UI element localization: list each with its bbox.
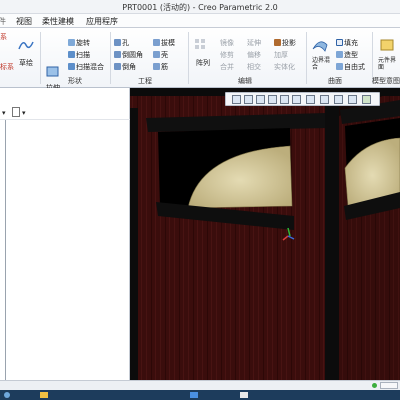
group-label-engineering: 工程 — [138, 77, 152, 85]
style-button[interactable]: 造型 — [336, 50, 358, 60]
os-taskbar — [0, 390, 400, 400]
zoom-in-icon[interactable] — [244, 95, 253, 104]
group-label-editing: 编辑 — [238, 77, 252, 85]
smart-filter[interactable] — [380, 382, 398, 389]
boundary-blend-icon[interactable] — [311, 37, 329, 53]
fill-icon — [336, 39, 343, 46]
model-tree-list[interactable] — [0, 120, 6, 380]
trim-button[interactable]: 修剪 — [220, 50, 234, 60]
group-label-model-intent: 模型意图 — [372, 77, 400, 85]
start-icon[interactable] — [4, 392, 10, 398]
solidify-button[interactable]: 实体化 — [274, 62, 295, 72]
extend-button[interactable]: 延伸 — [247, 38, 261, 48]
rib-button[interactable]: 筋 — [153, 62, 168, 72]
rib-icon — [153, 63, 160, 70]
offset-button[interactable]: 偏移 — [247, 50, 261, 60]
model-render — [130, 88, 400, 380]
boundary-blend-button[interactable]: 边界混合 — [312, 57, 334, 71]
component-interface-button[interactable]: 元件界面 — [378, 57, 400, 71]
status-bar — [0, 380, 400, 390]
spin-center-icon[interactable] — [348, 95, 357, 104]
sweep-blend-icon — [68, 63, 75, 70]
style-icon — [336, 51, 343, 58]
mirror-button[interactable]: 镜像 — [220, 38, 234, 48]
sweep-button[interactable]: 扫描 — [68, 50, 90, 60]
ribbon: 系 标系 草绘 拉伸 旋转 扫描 扫描混合 形状 孔 倒圆角 倒角 拔模 壳 筋… — [0, 28, 400, 92]
refit-icon[interactable] — [232, 95, 241, 104]
zoom-out-icon[interactable] — [256, 95, 265, 104]
model-tree-toolbar: ▾ ▾ — [0, 106, 130, 120]
hole-button[interactable]: 孔 — [114, 38, 129, 48]
draft-icon — [153, 39, 160, 46]
model-tree-panel: ▾ ▾ — [0, 88, 130, 380]
group-label-shape: 形状 — [68, 77, 82, 85]
chamfer-button[interactable]: 倒角 — [114, 62, 136, 72]
datum-display-icon[interactable] — [334, 95, 343, 104]
thicken-button[interactable]: 加厚 — [274, 50, 288, 60]
freestyle-button[interactable]: 自由式 — [336, 62, 365, 72]
ribbon-left-item-1[interactable]: 系 — [0, 32, 7, 42]
project-button[interactable]: 投影 — [274, 38, 296, 48]
section-icon[interactable] — [320, 95, 329, 104]
view-toolbar — [225, 92, 380, 106]
intersect-button[interactable]: 相交 — [247, 62, 261, 72]
taskbar-app-icon-2[interactable] — [240, 392, 248, 398]
ribbon-tabs: 件 视图 柔性建模 应用程序 — [0, 14, 400, 28]
annotation-display-icon[interactable] — [362, 95, 371, 104]
sketch-button[interactable]: 草绘 — [19, 58, 33, 68]
ribbon-left-item-2[interactable]: 标系 — [0, 62, 14, 72]
tab-applications[interactable]: 应用程序 — [86, 16, 118, 27]
round-icon — [114, 51, 121, 58]
graphics-viewport[interactable] — [130, 88, 400, 380]
taskbar-app-icon[interactable] — [190, 392, 198, 398]
pattern-button[interactable]: 阵列 — [196, 58, 210, 68]
pattern-icon[interactable] — [193, 37, 211, 53]
hole-icon — [114, 39, 121, 46]
shell-icon — [153, 51, 160, 58]
group-label-surfaces: 曲面 — [328, 77, 342, 85]
chamfer-icon — [114, 63, 121, 70]
round-button[interactable]: 倒圆角 — [114, 50, 143, 60]
merge-button[interactable]: 合并 — [220, 62, 234, 72]
sweep-icon — [68, 51, 75, 58]
repaint-icon[interactable] — [268, 95, 277, 104]
tree-dropdown-icon[interactable]: ▾ — [22, 109, 26, 117]
extrude-icon[interactable] — [44, 63, 62, 79]
sketch-icon[interactable] — [17, 37, 35, 53]
taskbar-folder-icon[interactable] — [40, 392, 48, 398]
window-title: PRT0001 (活动的) - Creo Parametric 2.0 — [122, 3, 278, 12]
view-manager-icon[interactable] — [306, 95, 315, 104]
sweep-blend-button[interactable]: 扫描混合 — [68, 62, 104, 72]
tree-document-icon[interactable] — [12, 107, 20, 117]
tab-flexible-modeling[interactable]: 柔性建模 — [42, 16, 74, 27]
component-interface-icon[interactable] — [378, 37, 396, 53]
revolve-button[interactable]: 旋转 — [68, 38, 90, 48]
saved-views-icon[interactable] — [292, 95, 301, 104]
tab-view[interactable]: 视图 — [16, 16, 32, 27]
tab-partial[interactable]: 件 — [0, 16, 6, 27]
shell-button[interactable]: 壳 — [153, 50, 168, 60]
draft-button[interactable]: 拔模 — [153, 38, 175, 48]
tree-settings-icon[interactable]: ▾ — [2, 109, 6, 117]
status-indicator-icon — [372, 383, 377, 388]
revolve-icon — [68, 39, 75, 46]
fill-button[interactable]: 填充 — [336, 38, 358, 48]
freestyle-icon — [336, 63, 343, 70]
project-icon — [274, 39, 281, 46]
display-style-icon[interactable] — [280, 95, 289, 104]
title-bar: PRT0001 (活动的) - Creo Parametric 2.0 — [0, 0, 400, 14]
